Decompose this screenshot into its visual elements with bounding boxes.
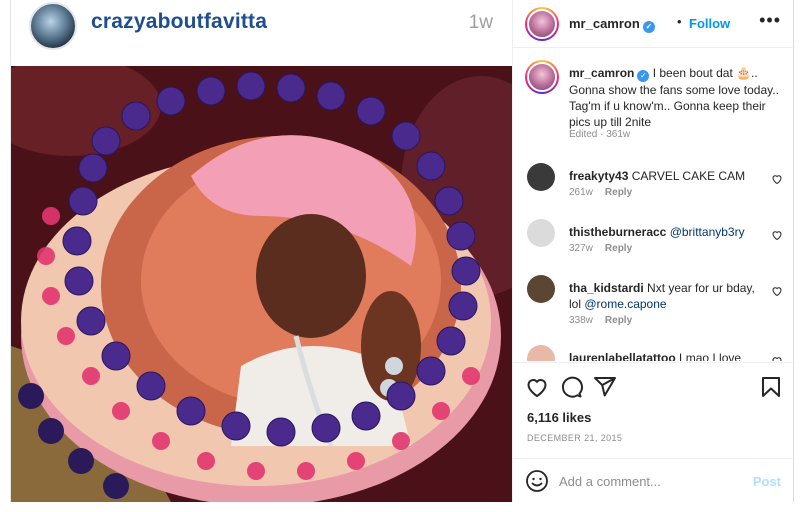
comment-like-heart-icon[interactable] <box>771 285 783 297</box>
comment-username[interactable]: laurenlabellatattoo <box>569 351 676 361</box>
reply-button[interactable]: Reply <box>605 315 632 326</box>
comment-text: laurenlabellatattoo Lmao I love <box>569 350 765 361</box>
post-comment-button[interactable]: Post <box>753 474 781 489</box>
bookmark-icon[interactable] <box>759 375 783 399</box>
caption-author[interactable]: mr_camron <box>569 66 634 80</box>
header-separator-dot: • <box>677 14 682 29</box>
caption-meta: Edited · 361w <box>569 129 631 140</box>
comment-username[interactable]: tha_kidstardi <box>569 281 644 295</box>
caption-author-avatar[interactable] <box>525 60 559 94</box>
reply-button[interactable]: Reply <box>605 187 632 198</box>
author-username-text[interactable]: mr_camron <box>569 16 640 31</box>
comment-username[interactable]: thistheburneracc <box>569 225 666 239</box>
comment-time: 338w <box>569 315 593 326</box>
heart-icon[interactable] <box>525 375 549 399</box>
comment-icon[interactable] <box>559 375 583 399</box>
add-comment-bar: Post <box>513 458 795 502</box>
post-caption: mr_camron ✓ I been bout dat 🎂.. Gonna sho… <box>569 65 783 130</box>
verified-badge-icon: ✓ <box>642 21 655 33</box>
comment-time: 327w <box>569 243 593 254</box>
author-avatar[interactable] <box>525 7 559 41</box>
comment-meta: 261w Reply <box>569 187 644 198</box>
share-icon[interactable] <box>593 375 617 399</box>
likes-count[interactable]: 6,116 likes <box>527 410 591 425</box>
more-options-icon[interactable]: ••• <box>759 10 781 31</box>
comment-meta: 327w Reply <box>569 243 644 254</box>
comment-username[interactable]: freakyty43 <box>569 169 628 183</box>
verified-badge-icon: ✓ <box>637 70 650 82</box>
comment-text: freakyty43 CARVEL CAKE CAM <box>569 168 765 184</box>
comment-like-heart-icon[interactable] <box>771 355 783 361</box>
repost-header: crazyaboutfavitta 1w <box>11 0 513 64</box>
comment-item: tha_kidstardi Nxt year for ur bday, lol … <box>513 275 795 331</box>
comment-text: thistheburneracc @brittanyb3ry <box>569 224 765 240</box>
comment-like-heart-icon[interactable] <box>771 173 783 185</box>
emoji-icon[interactable] <box>525 469 549 493</box>
comment-item: freakyty43 CARVEL CAKE CAM 261w Reply <box>513 163 795 219</box>
comment-text: tha_kidstardi Nxt year for ur bday, lol … <box>569 280 765 312</box>
comment-avatar[interactable] <box>527 163 555 191</box>
repost-timestamp: 1w <box>468 12 493 33</box>
comment-time: 261w <box>569 187 593 198</box>
comment-body: CARVEL CAKE CAM <box>628 169 746 183</box>
post-header: mr_camron ✓ • Follow ••• <box>513 0 795 48</box>
comments-section[interactable]: mr_camron ✓ I been bout dat 🎂.. Gonna sho… <box>513 49 795 361</box>
comment-like-heart-icon[interactable] <box>771 229 783 241</box>
mention-link[interactable]: @brittanyb3ry <box>670 225 745 239</box>
repost-card: crazyaboutfavitta 1w <box>10 0 513 502</box>
post-photo[interactable] <box>11 66 513 502</box>
comment-meta: 338w Reply <box>569 315 644 326</box>
post-action-bar <box>513 362 795 408</box>
post-detail-panel: mr_camron ✓ • Follow ••• mr_camron ✓ I bee… <box>512 0 795 502</box>
comment-avatar[interactable] <box>527 275 555 303</box>
add-comment-input[interactable] <box>559 469 739 493</box>
author-username[interactable]: mr_camron ✓ <box>569 16 655 33</box>
comment-avatar[interactable] <box>527 345 555 361</box>
post-date: DECEMBER 21, 2015 <box>527 433 623 443</box>
cake-photo-illustration <box>11 66 513 502</box>
reply-button[interactable]: Reply <box>605 243 632 254</box>
comment-avatar[interactable] <box>527 219 555 247</box>
repost-avatar[interactable] <box>29 2 77 50</box>
mention-link[interactable]: @rome.capone <box>584 297 666 311</box>
comment-body: Lmao I love <box>675 351 742 361</box>
follow-button[interactable]: Follow <box>689 16 730 31</box>
comment-item: laurenlabellatattoo Lmao I love <box>513 345 795 361</box>
repost-username[interactable]: crazyaboutfavitta <box>91 10 267 34</box>
comment-item: thistheburneracc @brittanyb3ry 327w Reply <box>513 219 795 275</box>
